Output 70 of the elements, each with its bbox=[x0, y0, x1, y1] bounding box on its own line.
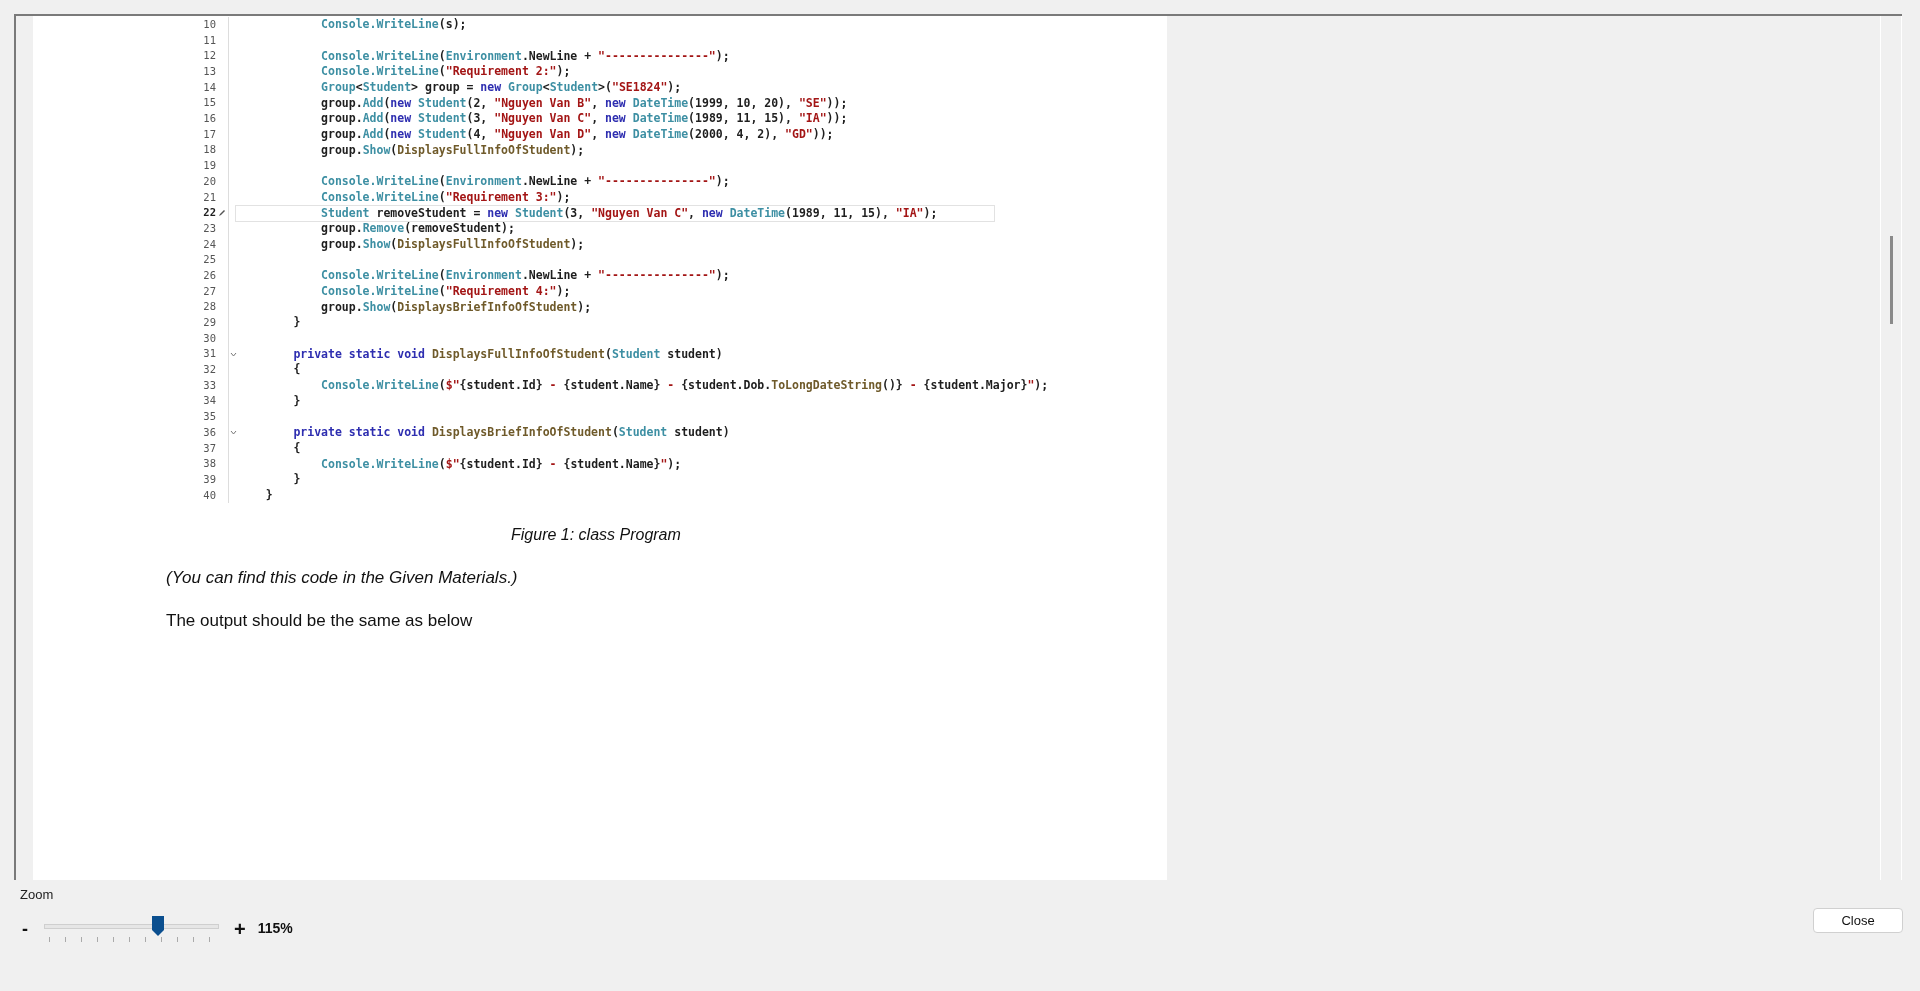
line-number: 19 bbox=[202, 158, 216, 174]
code-line: group.Show(DisplaysBriefInfoOfStudent); bbox=[320, 299, 592, 315]
pencil-icon bbox=[218, 209, 226, 218]
code-line: Console.WriteLine(Environment.NewLine + "---------------"); bbox=[320, 174, 730, 190]
code-line: group.Add(new Student(3, "Nguyen Van C", new DateTime(1989, 11, 15), "IA")); bbox=[320, 111, 848, 127]
line-number: 26 bbox=[202, 267, 216, 283]
line-number: 24 bbox=[202, 236, 216, 252]
body-text: The output should be the same as below bbox=[166, 609, 474, 632]
code-line: Console.WriteLine("Requirement 3:"); bbox=[320, 189, 571, 205]
line-number: 14 bbox=[202, 79, 216, 95]
line-number: 18 bbox=[202, 142, 216, 158]
slider-thumb[interactable] bbox=[151, 915, 164, 936]
close-button[interactable]: Close bbox=[1813, 908, 1903, 933]
scrollbar[interactable] bbox=[1880, 16, 1902, 880]
code-line: Console.WriteLine(Environment.NewLine + "---------------"); bbox=[320, 48, 730, 64]
line-number: 27 bbox=[202, 283, 216, 299]
line-number: 23 bbox=[202, 220, 216, 236]
line-number: 25 bbox=[202, 252, 216, 268]
line-number: 29 bbox=[202, 315, 216, 331]
line-number: 30 bbox=[202, 330, 216, 346]
code-line: } bbox=[292, 393, 301, 409]
code-line: { bbox=[292, 362, 301, 378]
zoom-percentage: 115% bbox=[257, 919, 293, 938]
line-number: 21 bbox=[202, 189, 216, 205]
line-number: 40 bbox=[202, 487, 216, 503]
line-number: 20 bbox=[202, 173, 216, 189]
code-line: private static void DisplaysFullInfoOfStudent(Student student) bbox=[292, 346, 723, 362]
line-number: 31 bbox=[202, 346, 216, 362]
line-number: 37 bbox=[202, 440, 216, 456]
line-number: 33 bbox=[202, 377, 216, 393]
chevron-icon[interactable] bbox=[230, 430, 237, 436]
zoom-in-button[interactable]: + bbox=[234, 918, 246, 939]
line-number: 36 bbox=[202, 424, 216, 440]
line-number: 38 bbox=[202, 456, 216, 472]
code-line: Console.WriteLine($"{student.Id} - {student.Name} - {student.Dob.ToLongDateString()} - {student.Major}"); bbox=[320, 378, 1049, 394]
code-line: } bbox=[292, 472, 301, 488]
figure-caption: Figure 1: class Program bbox=[511, 525, 682, 546]
code-line: Console.WriteLine(Environment.NewLine + "---------------"); bbox=[320, 268, 730, 284]
line-number: 28 bbox=[202, 299, 216, 315]
line-number: 17 bbox=[202, 126, 216, 142]
line-number: 35 bbox=[202, 409, 216, 425]
code-line: group.Add(new Student(4, "Nguyen Van D", new DateTime(2000, 4, 2), "GD")); bbox=[320, 127, 834, 143]
line-number: 11 bbox=[202, 32, 216, 48]
code-line: Console.WriteLine("Requirement 4:"); bbox=[320, 284, 571, 300]
line-number: 12 bbox=[202, 48, 216, 64]
code-line: group.Show(DisplaysFullInfoOfStudent); bbox=[320, 236, 585, 252]
line-number: 34 bbox=[202, 393, 216, 409]
line-number: 13 bbox=[202, 64, 216, 80]
code-line: private static void DisplaysBriefInfoOfStudent(Student student) bbox=[292, 425, 730, 441]
code-line: Console.WriteLine("Requirement 2:"); bbox=[320, 64, 571, 80]
code-line: Console.WriteLine(s); bbox=[320, 17, 467, 33]
code-line: group.Remove(removeStudent); bbox=[320, 221, 515, 237]
line-number: 22 bbox=[202, 205, 216, 221]
code-line: Console.WriteLine($"{student.Id} - {student.Name}"); bbox=[320, 456, 682, 472]
line-number: 15 bbox=[202, 95, 216, 111]
line-number: 32 bbox=[202, 362, 216, 378]
line-number: 39 bbox=[202, 471, 216, 487]
code-line: Group<Student> group = new Group<Student>("SE1824"); bbox=[320, 80, 682, 96]
code-line: group.Show(DisplaysFullInfoOfStudent); bbox=[320, 142, 585, 158]
code-line: } bbox=[264, 487, 273, 503]
code-line: group.Add(new Student(2, "Nguyen Van B", new DateTime(1999, 10, 20), "SE")); bbox=[320, 95, 848, 111]
line-number: 16 bbox=[202, 111, 216, 127]
note-text: (You can find this code in the Given Materials.) bbox=[166, 567, 519, 590]
zoom-label: Zoom bbox=[20, 886, 55, 904]
code-line: { bbox=[292, 440, 301, 456]
code-line: } bbox=[292, 315, 301, 331]
zoom-slider-track[interactable] bbox=[44, 915, 219, 936]
line-number: 10 bbox=[202, 16, 216, 32]
chevron-icon[interactable] bbox=[230, 351, 237, 357]
zoom-out-button[interactable]: - bbox=[18, 919, 32, 938]
